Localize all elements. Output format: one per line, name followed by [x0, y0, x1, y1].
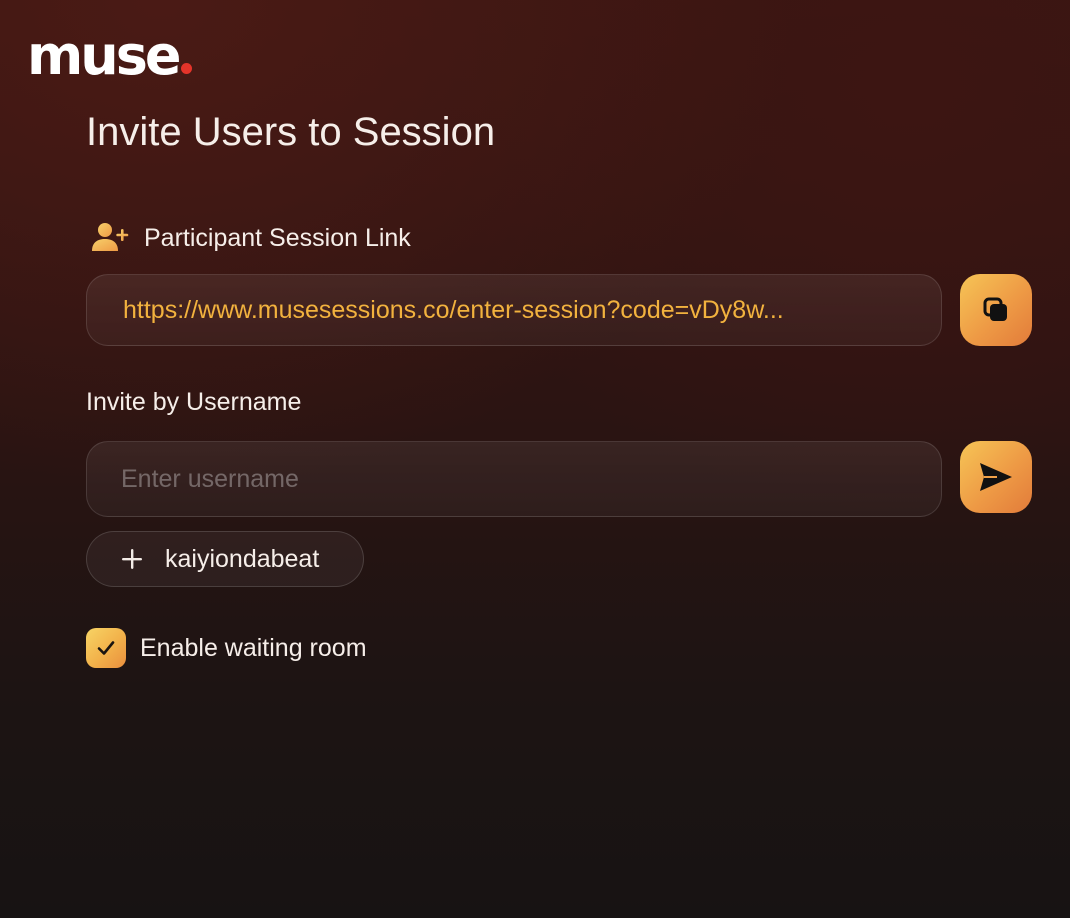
suggested-user-chip[interactable]: kaiyiondabeat	[86, 531, 364, 587]
waiting-room-option[interactable]: Enable waiting room	[86, 628, 367, 668]
session-link-field[interactable]: https://www.musesessions.co/enter-sessio…	[86, 274, 942, 346]
user-plus-icon	[92, 221, 130, 255]
copy-icon	[982, 296, 1010, 324]
logo-dot	[181, 63, 193, 74]
participant-link-label: Participant Session Link	[144, 223, 411, 252]
send-icon	[979, 462, 1013, 492]
send-invite-button[interactable]	[960, 441, 1032, 513]
session-link-url[interactable]: https://www.musesessions.co/enter-sessio…	[123, 296, 905, 325]
muse-logo: muse	[27, 24, 193, 87]
suggested-username: kaiyiondabeat	[165, 544, 320, 573]
username-input[interactable]	[119, 442, 909, 516]
copy-link-button[interactable]	[960, 274, 1032, 346]
invite-by-username-label: Invite by Username	[86, 388, 302, 416]
plus-icon	[121, 548, 143, 570]
page-title: Invite Users to Session	[86, 110, 496, 154]
participant-link-label-row: Participant Session Link	[92, 220, 411, 256]
logo-text: muse	[27, 24, 181, 87]
checkmark-icon	[96, 639, 116, 657]
waiting-room-label: Enable waiting room	[140, 633, 367, 662]
username-field-container	[86, 441, 942, 517]
waiting-room-checkbox[interactable]	[86, 628, 126, 668]
